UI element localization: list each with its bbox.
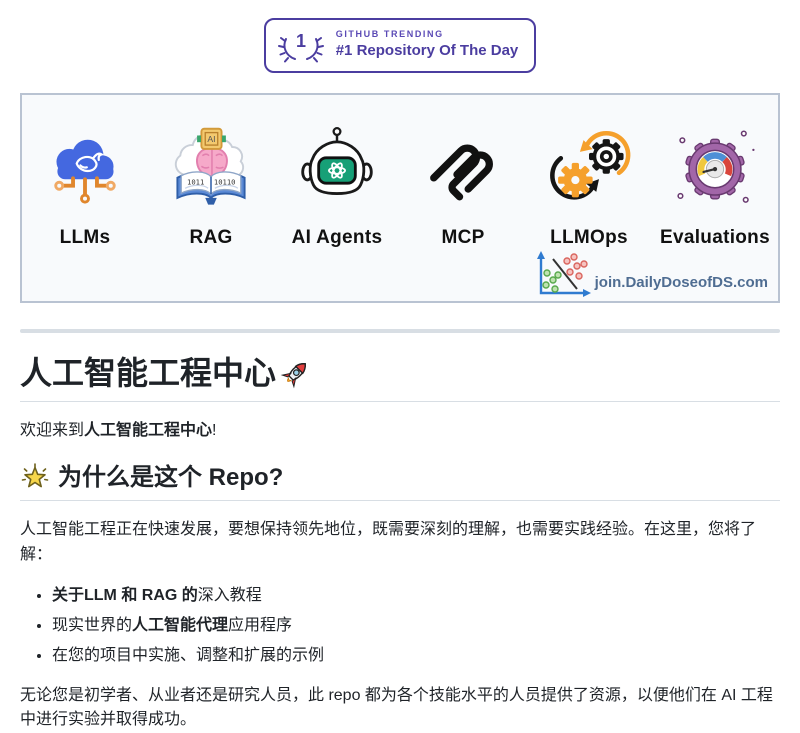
bullet-rest: 深入教程 [198,587,262,604]
robot-openai-icon [290,123,384,219]
svg-text:10110: 10110 [214,177,236,186]
banner-icon-row: LLMs AI [22,95,778,255]
intro-bold: 人工智能工程中心 [84,422,212,439]
gauge-gear-icon [667,123,763,219]
bullet-bold: 关于LLM 和 RAG 的 [52,587,198,604]
badge-title: #1 Repository Of The Day [336,42,519,61]
readme-page: 1 GITHUB TRENDING #1 Repository Of The D… [0,18,800,733]
banner-item-rag: AI 1011 10110 RAG [148,123,274,255]
banner-item-ai-agents: AI Agents [274,123,400,255]
rocket-emoji-icon [280,357,312,389]
banner-item-llmops: LLMOps [526,123,652,255]
svg-text:1011: 1011 [187,177,204,186]
mcp-logo-icon [420,123,506,219]
badge-container: 1 GITHUB TRENDING #1 Repository Of The D… [20,18,780,73]
banner-label-llmops: LLMOps [550,227,628,249]
cloud-whale-circuit-icon [39,123,131,219]
watermark: join.DailyDoseofDS.com [531,249,768,299]
banner-label-ai-agents: AI Agents [292,227,383,249]
banner-label-mcp: MCP [441,227,484,249]
feature-list: 关于LLM 和 RAG 的深入教程 现实世界的人工智能代理应用程序 在您的项目中… [20,582,780,670]
outro-paragraph: 无论您是初学者、从业者还是研究人员，此 repo 都为各个技能水平的人员提供了资… [20,684,780,733]
github-trending-badge[interactable]: 1 GITHUB TRENDING #1 Repository Of The D… [264,18,537,73]
watermark-text: join.DailyDoseofDS.com [595,274,768,299]
page-title: 人工智能工程中心 [20,353,780,402]
section-heading: 为什么是这个 Repo? [20,462,780,501]
lead-paragraph: 人工智能工程正在快速发展，要想保持领先地位，既需要深刻的理解，也需要实践经验。在… [20,517,780,568]
svg-text:AI: AI [207,134,215,144]
divider [20,329,780,333]
banner-label-evaluations: Evaluations [660,227,770,249]
bullet-rest: 在您的项目中实施、调整和扩展的示例 [52,647,324,664]
list-item: 现实世界的人工智能代理应用程序 [52,612,780,639]
gears-cycle-icon [539,123,639,219]
banner-item-llms: LLMs [22,123,148,255]
banner-label-llms: LLMs [60,227,111,249]
hero-banner: LLMs AI [20,93,780,303]
book-brain-ai-chip-icon: AI 1011 10110 [163,123,259,219]
svg-text:1: 1 [296,31,306,51]
scatter-plot-doodle-icon [531,249,593,299]
list-item: 在您的项目中实施、调整和扩展的示例 [52,642,780,669]
bullet-bold: 人工智能代理 [132,617,228,634]
laurel-wreath-rank-icon: 1 [278,25,324,65]
bullet-prefix: 现实世界的 [52,617,132,634]
banner-item-mcp: MCP [400,123,526,255]
section-heading-text: 为什么是这个 Repo? [58,462,283,493]
badge-eyebrow: GITHUB TRENDING [336,29,519,40]
badge-text: GITHUB TRENDING #1 Repository Of The Day [336,29,519,61]
list-item: 关于LLM 和 RAG 的深入教程 [52,582,780,609]
glowing-star-emoji-icon [20,462,50,492]
banner-label-rag: RAG [189,227,232,249]
intro-paragraph: 欢迎来到人工智能工程中心! [20,418,780,444]
bullet-rest: 应用程序 [228,617,292,634]
intro-suffix: ! [212,422,216,439]
banner-item-evaluations: Evaluations [652,123,778,255]
intro-prefix: 欢迎来到 [20,422,84,439]
page-title-text: 人工智能工程中心 [20,353,276,393]
